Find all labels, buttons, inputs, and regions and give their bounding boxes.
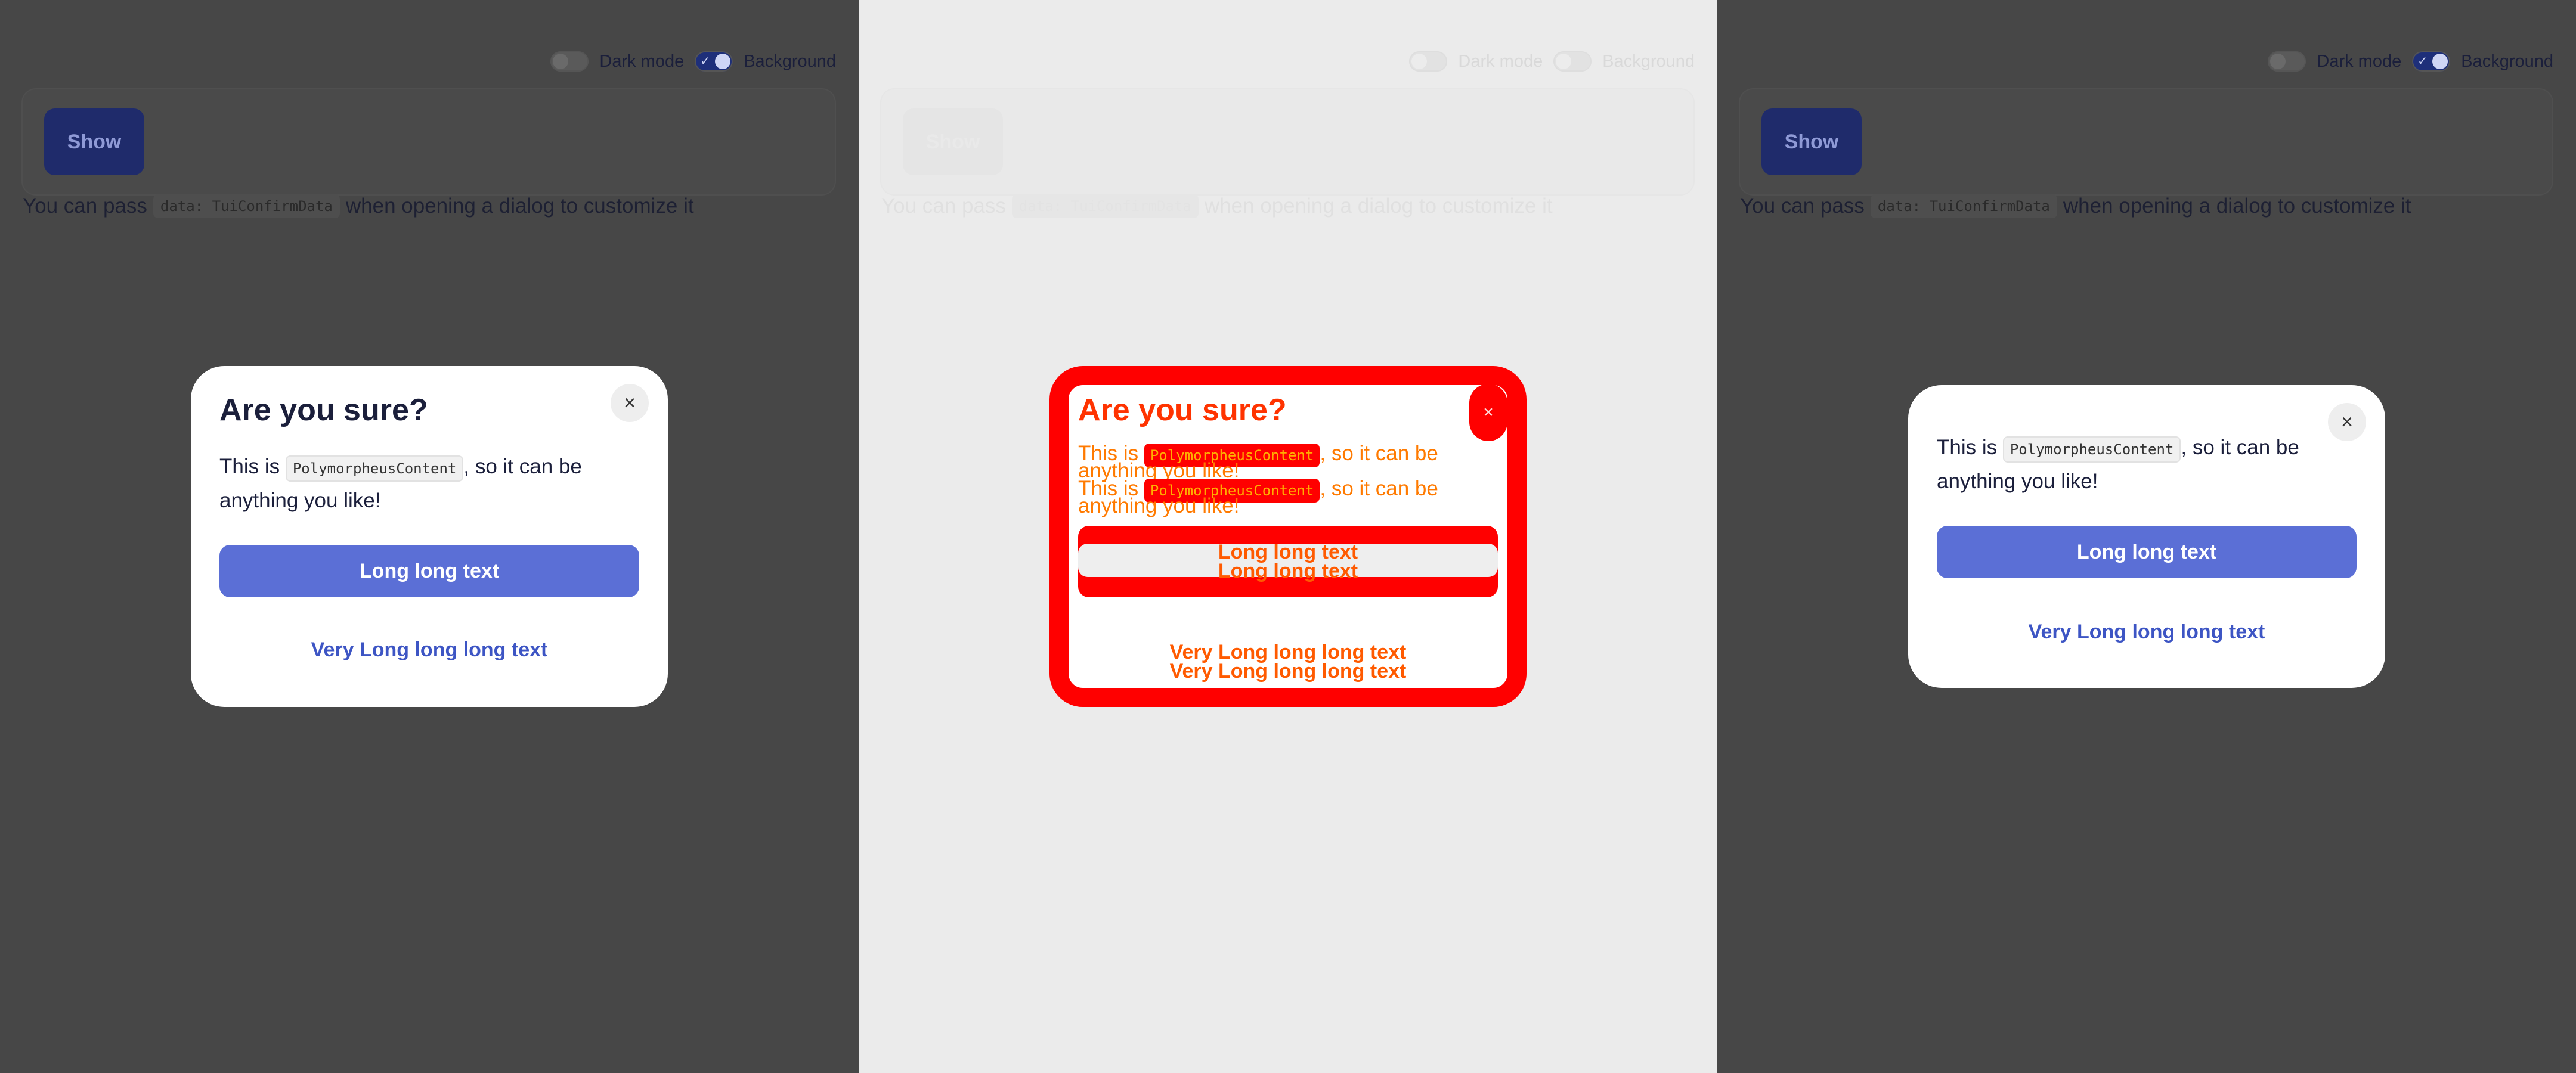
- demo-card: Show: [1740, 89, 2552, 194]
- diff-panel: Dark mode Background Show You can pass d…: [859, 0, 1717, 1073]
- background-switch[interactable]: ✓: [695, 51, 733, 72]
- description-code: data: TuiConfirmData: [153, 194, 340, 218]
- background-switch[interactable]: [1553, 51, 1592, 72]
- toggles-bar: Dark mode Background: [1409, 51, 1695, 72]
- dialog-text-line: This is PolymorpheusContent, so it can b…: [1078, 478, 1484, 516]
- dialog-text: This is PolymorpheusContent, so it can b…: [1078, 443, 1484, 516]
- dialog-text: This is PolymorpheusContent, so it can b…: [1937, 432, 2342, 498]
- toggles-bar: Dark mode ✓ Background: [2268, 51, 2553, 72]
- switch-knob: [715, 54, 731, 69]
- dark-mode-toggle[interactable]: Dark mode: [2268, 51, 2401, 72]
- primary-button[interactable]: Long long text Long long text: [1078, 526, 1498, 597]
- dialog-text-before: This is: [219, 455, 280, 478]
- dark-mode-label: Dark mode: [1458, 51, 1543, 71]
- description-text: You can pass: [881, 194, 1006, 218]
- show-button[interactable]: Show: [44, 108, 144, 175]
- close-icon[interactable]: ×: [1469, 384, 1507, 441]
- secondary-button[interactable]: Very Long long long text: [1937, 606, 2357, 658]
- background-toggle[interactable]: Background: [1553, 51, 1695, 72]
- confirm-dialog-diff: Are you sure? × This is PolymorpheusCont…: [1049, 366, 1527, 707]
- description-text: when opening a dialog to customize it: [2063, 194, 2411, 218]
- background-switch[interactable]: ✓: [2412, 51, 2451, 72]
- dialog-code: PolymorpheusContent: [2002, 436, 2181, 463]
- dark-mode-label: Dark mode: [599, 51, 685, 71]
- dialog-text: This is PolymorpheusContent, so it can b…: [219, 451, 625, 517]
- dark-mode-switch[interactable]: [2268, 51, 2306, 72]
- primary-button[interactable]: Long long text: [1937, 526, 2357, 578]
- close-icon-glyph: ×: [1483, 402, 1494, 422]
- dialog-title: Are you sure?: [219, 393, 428, 427]
- show-button[interactable]: Show: [1761, 108, 1862, 175]
- description-text: You can pass: [23, 194, 147, 218]
- confirm-dialog: × This is PolymorpheusContent, so it can…: [1908, 385, 2385, 688]
- description: You can pass data: TuiConfirmData when o…: [23, 194, 694, 218]
- secondary-button[interactable]: Very Long long long text Very Long long …: [1078, 640, 1498, 683]
- dark-mode-switch[interactable]: [550, 51, 589, 72]
- dark-mode-label: Dark mode: [2317, 51, 2402, 71]
- switch-knob: [553, 54, 569, 69]
- description-text: You can pass: [1740, 194, 1865, 218]
- dark-mode-switch[interactable]: [1409, 51, 1448, 72]
- dialog-text-before: This is: [1937, 436, 1998, 459]
- demo-card: Show: [881, 89, 1693, 194]
- primary-button-labels: Long long text Long long text: [1218, 542, 1358, 581]
- check-icon: ✓: [2417, 55, 2428, 68]
- background-label: Background: [744, 51, 836, 71]
- description: You can pass data: TuiConfirmData when o…: [1740, 194, 2411, 218]
- dark-mode-toggle[interactable]: Dark mode: [1409, 51, 1543, 72]
- switch-knob: [1556, 54, 1572, 69]
- background-toggle[interactable]: ✓ Background: [695, 51, 836, 72]
- right-panel: Dark mode ✓ Background Show You can pass…: [1717, 0, 2576, 1073]
- toggles-bar: Dark mode ✓ Background: [550, 51, 836, 72]
- dialog-text-line: This is PolymorpheusContent, so it can b…: [1078, 442, 1438, 482]
- secondary-button-label: Very Long long long text: [1169, 641, 1407, 663]
- background-toggle[interactable]: ✓ Background: [2412, 51, 2553, 72]
- confirm-dialog: Are you sure? × This is PolymorpheusCont…: [191, 366, 668, 707]
- left-panel: Dark mode ✓ Background Show You can pass…: [0, 0, 859, 1073]
- background-label: Background: [1602, 51, 1695, 71]
- background-label: Background: [2461, 51, 2553, 71]
- close-icon[interactable]: ×: [611, 384, 649, 422]
- description-text: when opening a dialog to customize it: [1204, 194, 1553, 218]
- primary-button-label: Long long text: [1218, 560, 1358, 582]
- description-code: data: TuiConfirmData: [1011, 194, 1199, 218]
- check-icon: ✓: [700, 55, 710, 68]
- show-button[interactable]: Show: [903, 108, 1003, 175]
- dialog-code: PolymorpheusContent: [285, 455, 464, 482]
- primary-button[interactable]: Long long text: [219, 545, 639, 597]
- description-text: when opening a dialog to customize it: [345, 194, 694, 218]
- secondary-button-label: Very Long long long text: [1169, 660, 1407, 683]
- primary-button-label: Long long text: [1218, 541, 1358, 563]
- dialog-title: Are you sure?: [1078, 393, 1287, 427]
- switch-knob: [2270, 54, 2286, 69]
- description-code: data: TuiConfirmData: [1870, 194, 2057, 218]
- dark-mode-toggle[interactable]: Dark mode: [550, 51, 684, 72]
- demo-card: Show: [23, 89, 835, 194]
- switch-knob: [2432, 54, 2448, 69]
- secondary-button[interactable]: Very Long long long text: [219, 624, 639, 676]
- switch-knob: [1411, 54, 1428, 69]
- description: You can pass data: TuiConfirmData when o…: [881, 194, 1553, 218]
